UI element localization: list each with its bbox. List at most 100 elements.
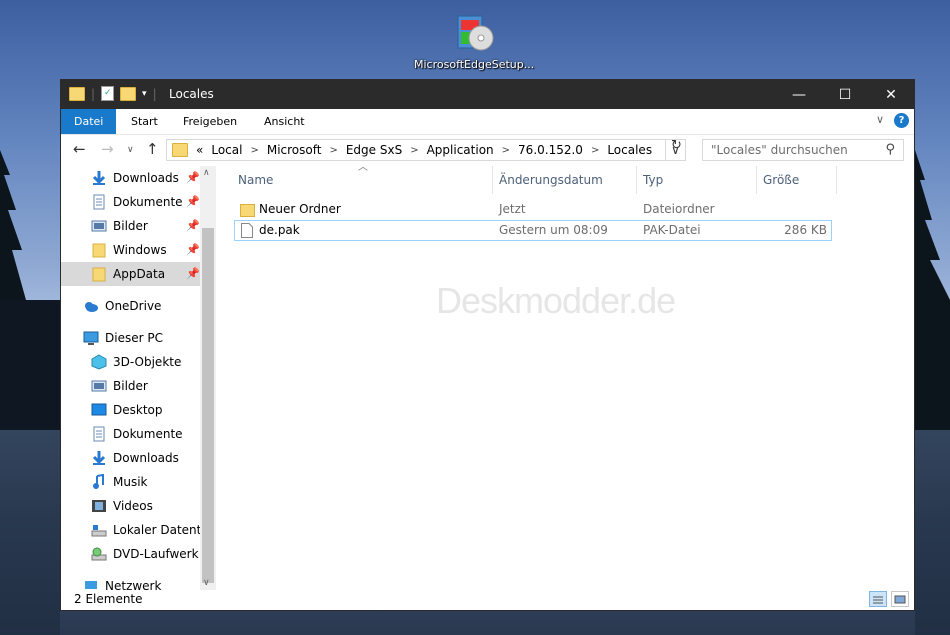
nav-item-label: Videos: [113, 499, 153, 513]
nav-item-label: AppData: [113, 267, 166, 281]
local-disk-icon: [91, 522, 107, 538]
nav-item-videos[interactable]: Videos: [91, 494, 153, 518]
desktop-icon-edge-setup[interactable]: MicrosoftEdgeSetup...: [414, 10, 534, 71]
ribbon: Datei Start Freigeben Ansicht ∨ ?: [61, 109, 914, 135]
nav-item-label: Desktop: [113, 403, 163, 417]
new-folder-icon[interactable]: [120, 86, 137, 101]
details-view-icon[interactable]: [869, 591, 887, 607]
search-icon[interactable]: ⚲: [885, 142, 895, 157]
properties-icon[interactable]: ✓: [101, 86, 115, 101]
folder-icon: [69, 86, 85, 101]
nav-item-appdata[interactable]: AppData 📌: [61, 262, 200, 286]
file-row[interactable]: de.pak Gestern um 08:09 PAK-Datei 286 KB: [234, 220, 832, 241]
column-header-date[interactable]: Änderungsdatum: [493, 166, 637, 194]
address-overflow[interactable]: «: [196, 143, 203, 157]
watermark-logo: Deskmodder.de: [436, 280, 676, 321]
breadcrumb-edge-sxs[interactable]: Edge SxS: [346, 143, 402, 157]
desktop-icon-label: MicrosoftEdgeSetup...: [414, 58, 535, 71]
breadcrumb-separator[interactable]: >: [591, 145, 599, 156]
breadcrumb-version[interactable]: 76.0.152.0: [518, 143, 583, 157]
pin-icon: 📌: [186, 195, 200, 208]
file-type: Dateiordner: [643, 202, 715, 216]
file-type: PAK-Datei: [643, 223, 701, 237]
column-header-type[interactable]: Typ: [637, 166, 757, 194]
computer-icon: [83, 330, 99, 346]
pictures-icon: [91, 378, 107, 394]
file-date: Gestern um 08:09: [499, 223, 608, 237]
address-bar[interactable]: « Local > Microsoft > Edge SxS > Applica…: [166, 139, 666, 161]
nav-item-dvd-laufwerk[interactable]: DVD-Laufwerk (I: [91, 542, 211, 566]
qa-dropdown-icon[interactable]: ▾: [142, 89, 147, 99]
nav-item-bilder-quick[interactable]: Bilder 📌: [91, 214, 200, 238]
tab-freigeben[interactable]: Freigeben: [170, 109, 250, 134]
pin-icon: 📌: [186, 171, 200, 184]
help-icon[interactable]: ?: [894, 113, 909, 128]
breadcrumb-locales[interactable]: Locales: [607, 143, 652, 157]
scrollbar-thumb[interactable]: [202, 228, 214, 583]
refresh-icon[interactable]: ↻: [671, 138, 682, 153]
column-header-name[interactable]: Name: [232, 166, 493, 194]
breadcrumb-local[interactable]: Local: [211, 143, 242, 157]
quick-access-toolbar: | ✓ ▾ |: [69, 86, 157, 101]
nav-item-downloads-quick[interactable]: Downloads 📌: [91, 166, 200, 190]
cloud-icon: [83, 298, 99, 314]
window-title: Locales: [169, 87, 214, 101]
nav-item-label: Bilder: [113, 379, 148, 393]
status-bar: 2 Elemente: [61, 588, 914, 610]
nav-item-label: Windows: [113, 243, 167, 257]
breadcrumb-application[interactable]: Application: [427, 143, 494, 157]
nav-item-label: Dokumente: [113, 195, 183, 209]
scroll-up-icon[interactable]: ∧: [203, 168, 210, 178]
breadcrumb-separator[interactable]: >: [502, 145, 510, 156]
nav-item-3d-objekte[interactable]: 3D-Objekte: [91, 350, 181, 374]
breadcrumb-separator[interactable]: >: [329, 145, 337, 156]
close-button[interactable]: ✕: [868, 80, 914, 109]
breadcrumb-microsoft[interactable]: Microsoft: [267, 143, 322, 157]
3d-objects-icon: [91, 354, 107, 370]
maximize-button[interactable]: ☐: [822, 80, 868, 109]
dvd-drive-icon: [91, 546, 107, 562]
breadcrumb-separator[interactable]: >: [410, 145, 418, 156]
recent-dropdown-icon[interactable]: ∨: [127, 145, 134, 155]
nav-item-musik[interactable]: Musik: [91, 470, 148, 494]
scroll-down-icon[interactable]: ∨: [203, 578, 210, 588]
up-arrow-icon[interactable]: ↑: [146, 140, 159, 158]
nav-scrollbar[interactable]: ∧ ∨: [200, 166, 216, 590]
tab-ansicht[interactable]: Ansicht: [251, 109, 318, 134]
back-arrow-icon[interactable]: ←: [73, 140, 86, 158]
file-icon: [241, 223, 253, 244]
nav-item-label: Downloads: [113, 171, 179, 185]
address-row: ← → ∨ ↑ « Local > Microsoft > Edge SxS >…: [61, 135, 914, 167]
nav-item-desktop[interactable]: Desktop: [91, 398, 163, 422]
nav-item-dokumente-quick[interactable]: Dokumente 📌: [91, 190, 200, 214]
nav-item-lokaler-datentraeger[interactable]: Lokaler Datenträ: [91, 518, 214, 542]
chevron-down-icon[interactable]: ∨: [876, 113, 884, 126]
folder-icon: [91, 266, 107, 282]
large-icons-view-icon[interactable]: [891, 591, 909, 607]
nav-item-onedrive[interactable]: OneDrive: [83, 294, 161, 318]
file-row[interactable]: Neuer Ordner Jetzt Dateiordner: [234, 199, 832, 220]
breadcrumb-separator[interactable]: >: [250, 145, 258, 156]
pin-icon: 📌: [186, 267, 200, 280]
document-icon: [91, 426, 107, 442]
nav-item-this-pc[interactable]: Dieser PC: [83, 326, 163, 350]
download-arrow-icon: [91, 170, 107, 186]
nav-item-downloads[interactable]: Downloads: [91, 446, 179, 470]
tab-datei[interactable]: Datei: [61, 109, 117, 134]
forward-arrow-icon[interactable]: →: [101, 140, 114, 158]
file-list: ︿ Name Änderungsdatum Typ Größe Neuer Or…: [216, 162, 914, 590]
nav-item-label: Dieser PC: [105, 331, 163, 345]
nav-item-dokumente[interactable]: Dokumente: [91, 422, 183, 446]
nav-item-windows[interactable]: Windows 📌: [91, 238, 200, 262]
search-input[interactable]: "Locales" durchsuchen ⚲: [702, 139, 904, 161]
minimize-button[interactable]: —: [776, 80, 822, 109]
nav-item-label: 3D-Objekte: [113, 355, 182, 369]
column-header-size[interactable]: Größe: [757, 166, 837, 194]
title-bar[interactable]: | ✓ ▾ | Locales — ☐ ✕: [61, 80, 914, 109]
music-note-icon: [91, 473, 107, 490]
nav-item-label: DVD-Laufwerk (I: [113, 547, 211, 561]
file-date: Jetzt: [499, 202, 526, 216]
nav-item-label: Dokumente: [113, 427, 183, 441]
tab-start[interactable]: Start: [118, 109, 171, 134]
nav-item-bilder[interactable]: Bilder: [91, 374, 148, 398]
